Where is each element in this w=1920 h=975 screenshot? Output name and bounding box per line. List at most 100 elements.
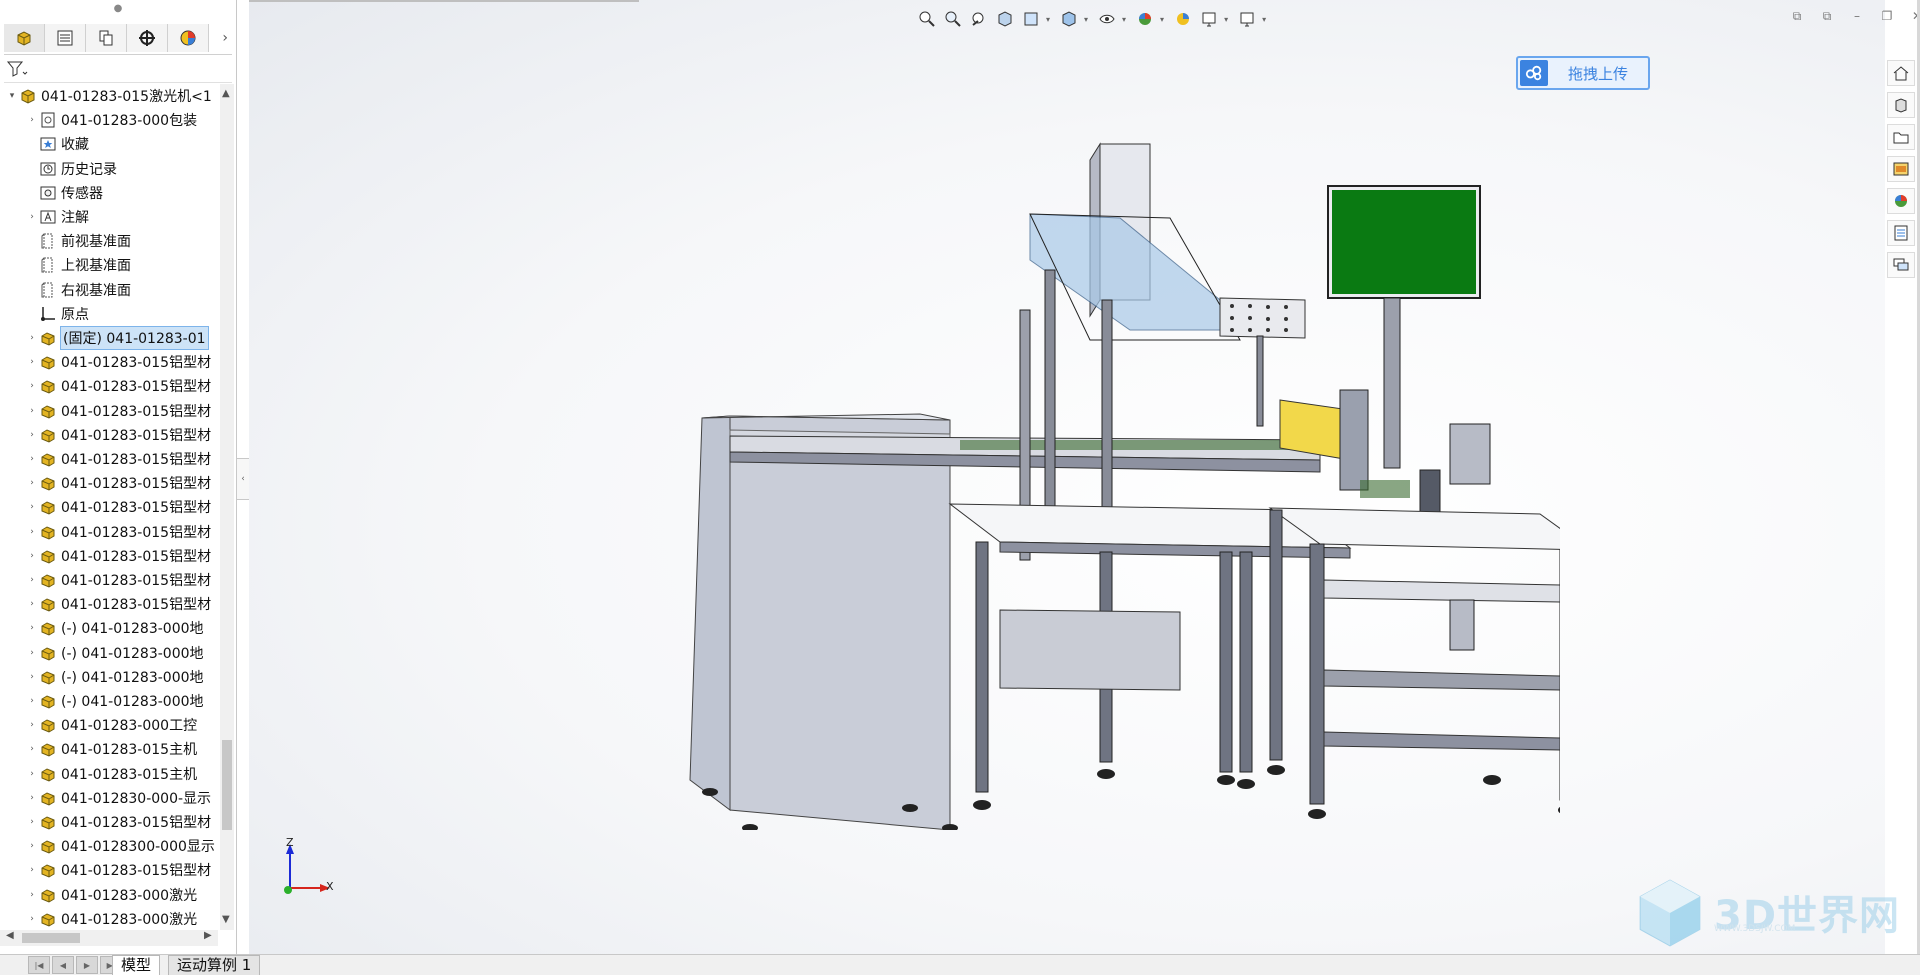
- minimize-icon[interactable]: –: [1848, 8, 1866, 24]
- tree-item[interactable]: › (-) 041-01283-000地: [26, 665, 203, 689]
- tree-item[interactable]: › 041-01283-000激光: [26, 883, 197, 907]
- tree-item[interactable]: › 041-01283-000工控: [26, 713, 197, 737]
- expand-arrow-icon[interactable]: ›: [26, 622, 38, 634]
- tree-item[interactable]: › 041-01283-015铝型材: [26, 592, 211, 616]
- expand-arrow-icon[interactable]: ›: [26, 671, 38, 683]
- view-settings-icon[interactable]: [1236, 8, 1258, 30]
- tree-item[interactable]: 收藏: [26, 132, 89, 156]
- expand-arrow-icon[interactable]: ›: [26, 550, 38, 562]
- drag-upload-button[interactable]: 拖拽上传: [1516, 56, 1650, 90]
- tree-item[interactable]: 传感器: [26, 181, 103, 205]
- first-tab-arrow[interactable]: |◀: [28, 956, 50, 974]
- horizontal-scrollbar-thumb[interactable]: [22, 933, 80, 943]
- tree-item[interactable]: › 041-01283-015铝型材: [26, 374, 211, 398]
- expand-arrow-icon[interactable]: ›: [26, 864, 38, 876]
- tree-item[interactable]: › 041-01283-015铝型材: [26, 858, 211, 882]
- tree-item[interactable]: › 041-0128300-000显示: [26, 834, 215, 858]
- tree-item[interactable]: › 041-01283-015铝型材: [26, 423, 211, 447]
- featuremanager-tab[interactable]: [4, 24, 45, 52]
- tree-item[interactable]: 右视基准面: [26, 278, 131, 302]
- tree-item[interactable]: 原点: [26, 302, 89, 326]
- view-orientation-icon[interactable]: [1058, 8, 1080, 30]
- expand-arrow-icon[interactable]: ›: [26, 380, 38, 392]
- scroll-up-arrow[interactable]: ▲: [222, 88, 230, 99]
- expand-arrow-icon[interactable]: ›: [26, 356, 38, 368]
- tree-item[interactable]: › 041-01283-015主机: [26, 762, 197, 786]
- tree-item[interactable]: › 041-01283-015铝型材: [26, 520, 211, 544]
- tree-item[interactable]: › 041-01283-015铝型材: [26, 471, 211, 495]
- dynamic-annotation-icon[interactable]: [1020, 8, 1042, 30]
- expand-arrow-icon[interactable]: ›: [26, 526, 38, 538]
- tree-item[interactable]: › 注解: [26, 205, 89, 229]
- tab-motion-study[interactable]: 运动算例 1: [168, 955, 261, 975]
- dropdown-arrow-icon[interactable]: ▾: [1224, 15, 1228, 24]
- propertymanager-tab[interactable]: [45, 24, 86, 52]
- zoom-to-fit-icon[interactable]: [916, 8, 938, 30]
- tree-item[interactable]: ▾ 041-01283-015激光机<1: [6, 84, 212, 108]
- tree-item[interactable]: › 041-01283-015铝型材: [26, 544, 211, 568]
- restore-icon[interactable]: ❐: [1878, 8, 1896, 24]
- panel-collapse-handle[interactable]: ‹: [236, 458, 250, 500]
- configurationmanager-tab[interactable]: [86, 24, 127, 52]
- scroll-right-arrow[interactable]: ▶: [204, 930, 212, 941]
- filter-icon[interactable]: [6, 60, 28, 78]
- design-library-icon[interactable]: [1887, 124, 1915, 150]
- expand-arrow-icon[interactable]: ›: [26, 453, 38, 465]
- expand-arrow-icon[interactable]: ›: [26, 405, 38, 417]
- next-tab-arrow[interactable]: ▶: [76, 956, 98, 974]
- scroll-left-arrow[interactable]: ◀: [6, 930, 14, 941]
- scroll-down-arrow[interactable]: ▼: [222, 914, 230, 925]
- tree-item[interactable]: › (-) 041-01283-000地: [26, 641, 203, 665]
- tree-item[interactable]: › (-) 041-01283-000地: [26, 689, 203, 713]
- expand-arrow-icon[interactable]: ›: [26, 719, 38, 731]
- displaymanager-tab[interactable]: [168, 24, 209, 52]
- zoom-to-area-icon[interactable]: [942, 8, 964, 30]
- dimxpert-tab[interactable]: [127, 24, 168, 52]
- tile-right-icon[interactable]: ⧉: [1818, 8, 1836, 24]
- dropdown-arrow-icon[interactable]: ▾: [1046, 15, 1050, 24]
- expand-arrow-icon[interactable]: ›: [26, 816, 38, 828]
- expand-arrow-icon[interactable]: ›: [26, 889, 38, 901]
- resources-icon[interactable]: [1887, 92, 1915, 118]
- expand-arrow-icon[interactable]: ▾: [6, 90, 18, 102]
- tree-item[interactable]: › 041-012830-000-显示: [26, 786, 211, 810]
- expand-arrow-icon[interactable]: ›: [26, 211, 38, 223]
- scrollbar-thumb[interactable]: [222, 740, 232, 830]
- expand-arrow-icon[interactable]: ›: [26, 695, 38, 707]
- tab-model[interactable]: 模型: [112, 955, 161, 975]
- section-view-icon[interactable]: [994, 8, 1016, 30]
- expand-arrow-icon[interactable]: ›: [26, 768, 38, 780]
- expand-arrow-icon[interactable]: ›: [26, 332, 38, 344]
- forum-icon[interactable]: [1887, 252, 1915, 278]
- expand-arrow-icon[interactable]: ›: [26, 792, 38, 804]
- appearances-icon[interactable]: [1887, 188, 1915, 214]
- dropdown-arrow-icon[interactable]: ▾: [1084, 15, 1088, 24]
- expand-arrow-icon[interactable]: ›: [26, 574, 38, 586]
- expand-arrow-icon[interactable]: ›: [26, 429, 38, 441]
- tree-item[interactable]: › 041-01283-015铝型材: [26, 495, 211, 519]
- tree-item[interactable]: 上视基准面: [26, 253, 131, 277]
- file-explorer-icon[interactable]: [1887, 156, 1915, 182]
- tree-item[interactable]: › 041-01283-015铝型材: [26, 568, 211, 592]
- edit-appearance-icon[interactable]: [1172, 8, 1194, 30]
- tree-item[interactable]: › 041-01283-000激光: [26, 907, 197, 930]
- filter-row[interactable]: [4, 56, 232, 83]
- assembly-model[interactable]: [660, 130, 1560, 830]
- expand-arrow-icon[interactable]: ›: [26, 114, 38, 126]
- tree-item[interactable]: › (固定) 041-01283-01: [26, 326, 209, 350]
- tree-item[interactable]: › 041-01283-000包装: [26, 108, 197, 132]
- apply-scene-icon[interactable]: [1198, 8, 1220, 30]
- tree-item[interactable]: 前视基准面: [26, 229, 131, 253]
- tree-item[interactable]: 历史记录: [26, 157, 117, 181]
- tree-item[interactable]: › 041-01283-015主机: [26, 737, 197, 761]
- panel-grip[interactable]: ●: [0, 0, 236, 22]
- tree-item[interactable]: › 041-01283-015铝型材: [26, 399, 211, 423]
- previous-view-icon[interactable]: [968, 8, 990, 30]
- tree-item[interactable]: › (-) 041-01283-000地: [26, 616, 203, 640]
- expand-arrow-icon[interactable]: ›: [26, 647, 38, 659]
- custom-properties-icon[interactable]: [1887, 220, 1915, 246]
- tree-item[interactable]: › 041-01283-015铝型材: [26, 810, 211, 834]
- hide-show-items-icon[interactable]: [1134, 8, 1156, 30]
- expand-arrow-icon[interactable]: ›: [26, 598, 38, 610]
- dropdown-arrow-icon[interactable]: ▾: [1262, 15, 1266, 24]
